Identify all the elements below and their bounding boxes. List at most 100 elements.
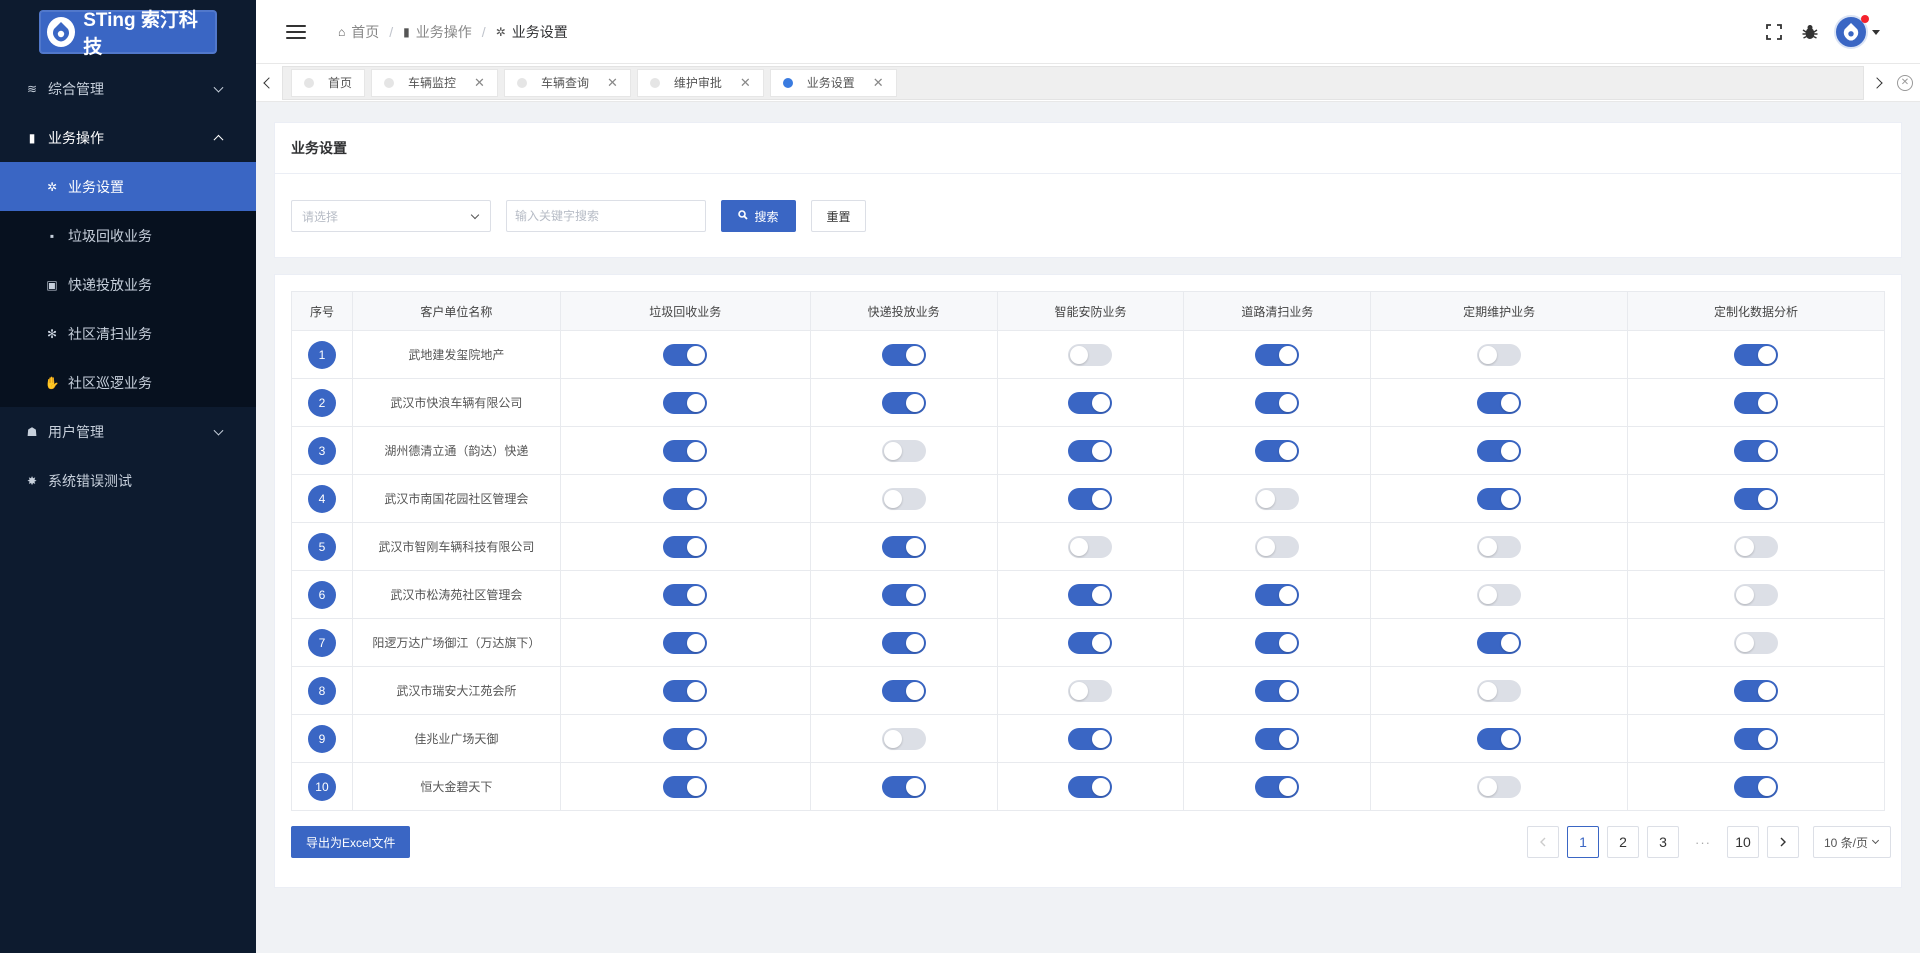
fullscreen-icon[interactable] bbox=[1764, 22, 1784, 42]
breadcrumb-item[interactable]: ⌂ 首页 bbox=[338, 22, 379, 42]
service-toggle-switch[interactable] bbox=[1068, 439, 1113, 462]
service-toggle-switch[interactable] bbox=[1255, 535, 1300, 558]
close-icon[interactable]: ✕ bbox=[607, 75, 618, 91]
close-all-tabs-icon[interactable]: ✕ bbox=[1890, 64, 1920, 102]
service-toggle-switch[interactable] bbox=[663, 679, 708, 702]
search-button[interactable]: 搜索 bbox=[721, 200, 796, 232]
sidebar-subitem[interactable]: ✻ 社区清扫业务 bbox=[0, 309, 256, 358]
service-toggle-switch[interactable] bbox=[663, 583, 708, 606]
tabs-scroll-right-icon[interactable] bbox=[1864, 64, 1890, 102]
service-toggle-switch[interactable] bbox=[881, 535, 926, 558]
service-toggle-switch[interactable] bbox=[663, 487, 708, 510]
service-toggle-switch[interactable] bbox=[881, 487, 926, 510]
service-toggle-switch[interactable] bbox=[663, 775, 708, 798]
brand-logo[interactable]: STing 索汀科技 bbox=[39, 10, 217, 58]
sidebar-item[interactable]: ▮ 业务操作 bbox=[0, 113, 256, 162]
service-toggle-switch[interactable] bbox=[1068, 631, 1113, 654]
service-toggle-switch[interactable] bbox=[1068, 775, 1113, 798]
service-toggle-switch[interactable] bbox=[1255, 727, 1300, 750]
page-size-select[interactable]: 10 条/页 bbox=[1813, 826, 1891, 858]
page-button[interactable]: 3 bbox=[1647, 826, 1679, 858]
service-toggle-switch[interactable] bbox=[1068, 487, 1113, 510]
sidebar-subitem[interactable]: ✋ 社区巡逻业务 bbox=[0, 358, 256, 407]
service-toggle-switch[interactable] bbox=[1477, 631, 1522, 654]
service-toggle-switch[interactable] bbox=[1477, 535, 1522, 558]
user-menu-caret-icon[interactable] bbox=[1872, 29, 1880, 35]
tabs-scroll-left-icon[interactable] bbox=[256, 64, 282, 102]
service-toggle-switch[interactable] bbox=[881, 727, 926, 750]
service-toggle-switch[interactable] bbox=[1477, 583, 1522, 606]
service-toggle-switch[interactable] bbox=[1477, 439, 1522, 462]
user-avatar[interactable] bbox=[1834, 15, 1869, 49]
service-toggle-switch[interactable] bbox=[663, 631, 708, 654]
breadcrumb-item[interactable]: ✲ 业务设置 bbox=[496, 22, 568, 42]
tab-item[interactable]: 首页 bbox=[291, 68, 366, 97]
service-toggle-switch[interactable] bbox=[663, 391, 708, 414]
sidebar-item[interactable]: ✸ 系统错误测试 bbox=[0, 456, 256, 505]
service-toggle-switch[interactable] bbox=[1068, 391, 1113, 414]
service-toggle-switch[interactable] bbox=[1734, 679, 1779, 702]
page-button[interactable]: 2 bbox=[1607, 826, 1639, 858]
service-toggle-switch[interactable] bbox=[1068, 727, 1113, 750]
page-button[interactable]: 10 bbox=[1727, 826, 1759, 858]
page-button[interactable]: 1 bbox=[1567, 826, 1599, 858]
sidebar-subitem[interactable]: ▣ 快递投放业务 bbox=[0, 260, 256, 309]
service-toggle-switch[interactable] bbox=[1734, 487, 1779, 510]
service-toggle-switch[interactable] bbox=[1255, 391, 1300, 414]
sidebar-item[interactable]: ☗ 用户管理 bbox=[0, 407, 256, 456]
service-toggle-switch[interactable] bbox=[1255, 679, 1300, 702]
sidebar-item[interactable]: ≋ 综合管理 bbox=[0, 64, 256, 113]
service-toggle-switch[interactable] bbox=[1068, 679, 1113, 702]
service-toggle-switch[interactable] bbox=[1255, 343, 1300, 366]
close-icon[interactable]: ✕ bbox=[474, 75, 485, 91]
category-select[interactable]: 请选择 bbox=[291, 200, 491, 232]
service-toggle-switch[interactable] bbox=[1734, 343, 1779, 366]
service-toggle-switch[interactable] bbox=[881, 631, 926, 654]
service-toggle-switch[interactable] bbox=[1734, 631, 1779, 654]
service-toggle-switch[interactable] bbox=[1255, 487, 1300, 510]
service-toggle-switch[interactable] bbox=[1477, 391, 1522, 414]
service-toggle-switch[interactable] bbox=[1734, 583, 1779, 606]
service-toggle-switch[interactable] bbox=[1477, 775, 1522, 798]
service-toggle-switch[interactable] bbox=[881, 583, 926, 606]
reset-button[interactable]: 重置 bbox=[811, 200, 866, 232]
service-toggle-switch[interactable] bbox=[1255, 631, 1300, 654]
service-toggle-switch[interactable] bbox=[1255, 583, 1300, 606]
tab-item[interactable]: 车辆监控 ✕ bbox=[371, 68, 498, 97]
service-toggle-switch[interactable] bbox=[663, 439, 708, 462]
service-toggle-switch[interactable] bbox=[1068, 535, 1113, 558]
bug-icon[interactable] bbox=[1800, 22, 1820, 42]
service-toggle-switch[interactable] bbox=[881, 391, 926, 414]
service-toggle-switch[interactable] bbox=[1477, 343, 1522, 366]
prev-page-icon[interactable] bbox=[1527, 826, 1559, 858]
service-toggle-switch[interactable] bbox=[1477, 679, 1522, 702]
sidebar-subitem[interactable]: ▪ 垃圾回收业务 bbox=[0, 211, 256, 260]
service-toggle-switch[interactable] bbox=[1734, 535, 1779, 558]
service-toggle-switch[interactable] bbox=[663, 535, 708, 558]
next-page-icon[interactable] bbox=[1767, 826, 1799, 858]
keyword-search-input[interactable] bbox=[506, 200, 706, 232]
sidebar-subitem[interactable]: ✲ 业务设置 bbox=[0, 162, 256, 211]
close-icon[interactable]: ✕ bbox=[873, 75, 884, 91]
service-toggle-switch[interactable] bbox=[1734, 775, 1779, 798]
service-toggle-switch[interactable] bbox=[1255, 775, 1300, 798]
service-toggle-switch[interactable] bbox=[1734, 391, 1779, 414]
service-toggle-switch[interactable] bbox=[1477, 727, 1522, 750]
service-toggle-switch[interactable] bbox=[881, 775, 926, 798]
service-toggle-switch[interactable] bbox=[1734, 727, 1779, 750]
service-toggle-switch[interactable] bbox=[1068, 343, 1113, 366]
tab-item[interactable]: 车辆查询 ✕ bbox=[503, 68, 631, 97]
export-excel-button[interactable]: 导出为Excel文件 bbox=[291, 826, 411, 858]
service-toggle-switch[interactable] bbox=[1255, 439, 1300, 462]
breadcrumb-item[interactable]: ▮ 业务操作 bbox=[403, 22, 472, 42]
service-toggle-switch[interactable] bbox=[1477, 487, 1522, 510]
service-toggle-switch[interactable] bbox=[1734, 439, 1779, 462]
menu-toggle-icon[interactable] bbox=[286, 24, 306, 39]
service-toggle-switch[interactable] bbox=[1068, 583, 1113, 606]
service-toggle-switch[interactable] bbox=[663, 343, 708, 366]
tab-item[interactable]: 业务设置 ✕ bbox=[769, 68, 897, 97]
service-toggle-switch[interactable] bbox=[881, 343, 926, 366]
service-toggle-switch[interactable] bbox=[881, 679, 926, 702]
service-toggle-switch[interactable] bbox=[881, 439, 926, 462]
tab-item[interactable]: 维护审批 ✕ bbox=[636, 68, 764, 97]
